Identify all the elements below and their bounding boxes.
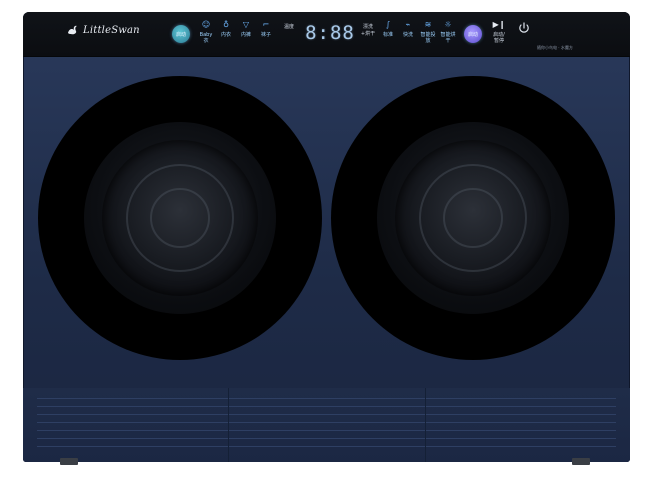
- program-detergent[interactable]: ≋ 智能投放: [420, 20, 436, 45]
- start-pause-button[interactable]: ▶❙ 启动/暂停: [491, 20, 507, 45]
- program-dry[interactable]: ☼ 智能烘干: [440, 20, 456, 45]
- right-foot: [572, 458, 590, 465]
- swan-icon: [68, 25, 77, 35]
- right-drum-start-button[interactable]: 启动: [464, 25, 482, 43]
- standard-icon: ∫: [385, 20, 391, 29]
- briefs-icon: ▽: [242, 20, 250, 29]
- panel-subtags: 随你小鸟电 · 水魔方: [537, 45, 573, 50]
- program-standard[interactable]: ∫ 标准: [380, 20, 396, 39]
- right-drum-inner: [443, 188, 503, 248]
- power-icon[interactable]: [517, 21, 531, 35]
- underwear-icon: ♁: [223, 20, 229, 29]
- temperature-label[interactable]: 温度: [281, 24, 297, 31]
- rinse-dry-label[interactable]: 漂洗 +烘干: [360, 24, 376, 38]
- brand-logo: LittleSwan: [66, 24, 140, 36]
- left-drum-inner: [150, 188, 210, 248]
- program-quick-wash[interactable]: ⌁ 快洗: [400, 20, 416, 39]
- program-socks[interactable]: ⌐ 袜子: [258, 20, 274, 39]
- quick-wash-icon: ⌁: [405, 20, 411, 29]
- sock-icon: ⌐: [262, 20, 270, 29]
- washer-body: LittleSwan 启动 ☺ Baby衣 ♁ 内衣 ▽ 内裤 ⌐ 袜子 温度 …: [23, 12, 630, 462]
- dry-icon: ☼: [444, 20, 452, 29]
- base-vent: [23, 388, 630, 462]
- time-display: 8:88: [305, 22, 355, 44]
- left-foot: [60, 458, 78, 465]
- play-pause-icon: ▶❙: [492, 20, 506, 29]
- baby-clothes-icon: ☺: [201, 20, 211, 29]
- detergent-icon: ≋: [424, 20, 432, 29]
- program-baby[interactable]: ☺ Baby衣: [198, 20, 214, 45]
- program-underwear[interactable]: ♁ 内衣: [218, 20, 234, 39]
- program-briefs[interactable]: ▽ 内裤: [238, 20, 254, 39]
- control-panel: LittleSwan 启动 ☺ Baby衣 ♁ 内衣 ▽ 内裤 ⌐ 袜子 温度 …: [23, 12, 630, 57]
- brand-name: LittleSwan: [83, 24, 140, 36]
- left-drum-start-button[interactable]: 启动: [172, 25, 190, 43]
